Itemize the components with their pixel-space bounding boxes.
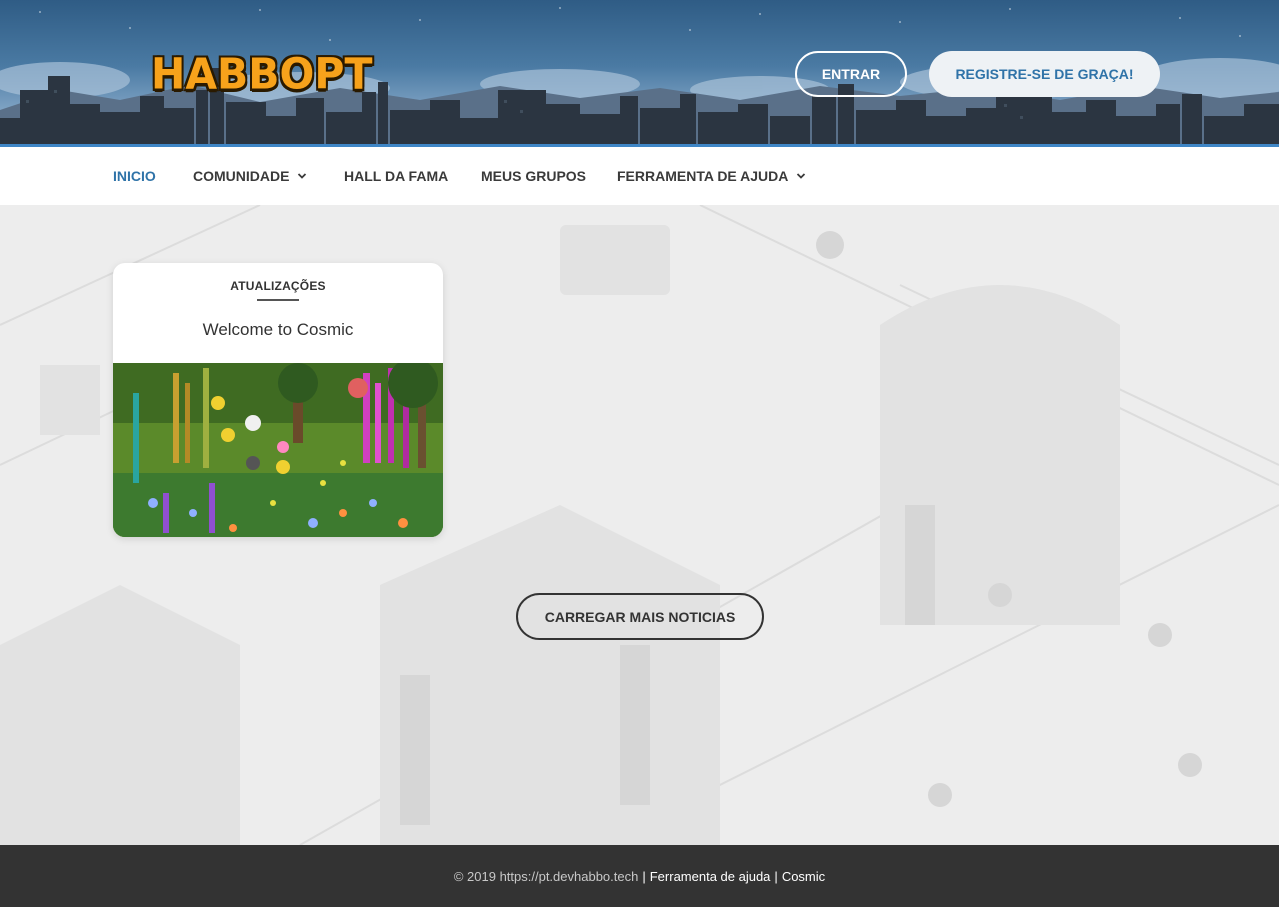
news-card[interactable]: ATUALIZAÇÕES Welcome to Cosmic xyxy=(113,263,443,537)
chevron-down-icon xyxy=(298,173,307,179)
footer-brand-link[interactable]: Cosmic xyxy=(782,869,825,884)
nav-item-inicio[interactable]: INICIO xyxy=(113,147,156,208)
main-navigation: INICIO COMUNIDADE HALL DA FAMA MEUS GRUP… xyxy=(0,147,1279,208)
chevron-down-icon xyxy=(797,173,806,179)
nav-item-ferramenta-de-ajuda[interactable]: FERRAMENTA DE AJUDA xyxy=(617,147,806,205)
nav-item-label: HALL DA FAMA xyxy=(344,168,449,184)
login-button[interactable]: ENTRAR xyxy=(795,51,907,97)
site-logo[interactable]: HABBOPT xyxy=(151,50,372,98)
nav-item-label: FERRAMENTA DE AJUDA xyxy=(617,168,789,184)
load-more-news-button[interactable]: CARREGAR MAIS NOTICIAS xyxy=(516,593,764,640)
register-button[interactable]: REGISTRE-SE DE GRAÇA! xyxy=(929,51,1160,97)
nav-item-label: COMUNIDADE xyxy=(193,168,290,184)
news-image-forest xyxy=(113,363,443,537)
news-category: ATUALIZAÇÕES xyxy=(230,279,326,293)
nav-item-meus-grupos[interactable]: MEUS GRUPOS xyxy=(481,147,586,205)
nav-item-label: INICIO xyxy=(113,168,156,184)
category-underline xyxy=(257,299,299,301)
nav-item-comunidade[interactable]: COMUNIDADE xyxy=(193,147,307,205)
footer-separator: | xyxy=(774,868,778,884)
footer-copyright: © 2019 https://pt.devhabbo.tech xyxy=(453,868,639,884)
nav-item-label: MEUS GRUPOS xyxy=(481,168,587,184)
site-header: HABBOPT ENTRAR REGISTRE-SE DE GRAÇA! xyxy=(0,0,1279,147)
nav-item-hall-da-fama[interactable]: HALL DA FAMA xyxy=(344,147,448,205)
news-headline[interactable]: Welcome to Cosmic xyxy=(113,320,443,340)
footer-help-link[interactable]: Ferramenta de ajuda xyxy=(650,869,771,884)
site-footer: © 2019 https://pt.devhabbo.tech | Ferram… xyxy=(0,845,1279,907)
footer-separator: | xyxy=(642,868,646,884)
